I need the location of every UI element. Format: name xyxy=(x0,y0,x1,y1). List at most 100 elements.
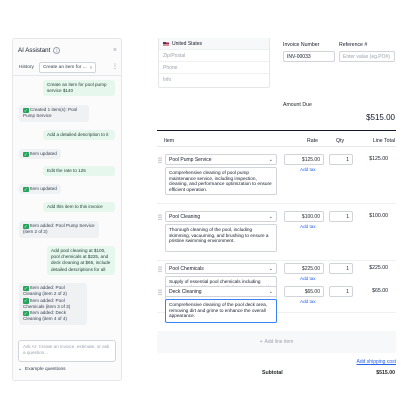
address-fields: United States Zip/Postal Phone Info xyxy=(158,38,270,88)
item-description-input[interactable]: Thorough cleaning of the pool, including… xyxy=(165,224,277,252)
item-name: Pool Pump Service xyxy=(169,157,212,164)
zip-placeholder: Zip/Postal xyxy=(163,52,186,59)
add-tax-link[interactable]: Add tax xyxy=(300,224,316,229)
item-name: Deck Cleaning xyxy=(169,289,202,296)
line-item-row: Pool Cleaning ⌄ Thorough cleaning of the… xyxy=(157,211,396,261)
ai-assistant-panel: AI Assistant i × History Create an item … xyxy=(12,38,122,381)
chevron-down-icon: ⌄ xyxy=(268,214,273,220)
rate-input[interactable]: $100.00 xyxy=(284,211,324,222)
amount-due-value: $515.00 xyxy=(366,113,395,122)
add-tax-link[interactable]: Add tax xyxy=(300,276,316,281)
invoice-editor: United States Zip/Postal Phone Info Invo… xyxy=(150,30,403,385)
message-text: Create an item for pool pump service $14… xyxy=(47,82,107,94)
message-text: Item added: Pool Chemicals (item 3 of 3) xyxy=(23,297,71,309)
ai-tab-bar: History Create an item for ... × ⋮ xyxy=(16,61,118,73)
info-icon[interactable]: i xyxy=(53,46,61,54)
add-line-item-button[interactable]: + Add line item xyxy=(157,331,396,353)
us-flag-icon xyxy=(163,41,169,46)
item-select[interactable]: Deck Cleaning ⌄ xyxy=(165,286,277,297)
tab-current-chat[interactable]: Create an item for ... × xyxy=(38,61,97,73)
ai-assistant-header: AI Assistant i × xyxy=(18,45,117,55)
chat-message-system: ✓ Item updated xyxy=(19,149,61,160)
check-icon: ✓ xyxy=(23,186,29,193)
chat-message-system: ✓ Item added: Pool Cleaning (item 2 of 2)… xyxy=(19,283,87,325)
drag-handle-icon[interactable] xyxy=(158,289,162,296)
chat-message-user: Edit the rate to 125 xyxy=(43,166,115,177)
country-select[interactable]: United States xyxy=(159,38,269,50)
message-text: Item updated xyxy=(30,186,57,191)
line-total: $65.00 xyxy=(372,288,388,294)
add-tax-link[interactable]: Add tax xyxy=(300,167,316,172)
ai-assistant-title: AI Assistant xyxy=(18,46,51,54)
info-field[interactable]: Info xyxy=(159,74,269,86)
divider xyxy=(157,260,396,261)
zip-field[interactable]: Zip/Postal xyxy=(159,50,269,62)
item-description-input[interactable]: Comprehensive cleaning of pool pump main… xyxy=(165,167,277,195)
rate-input[interactable]: $225.00 xyxy=(284,263,324,274)
ai-chat-input-placeholder: Ask AI: Create an invoice, estimate, or … xyxy=(23,344,110,355)
status-line: ✓ Item added: Pool Cleaning (item 2 of 2) xyxy=(23,285,83,298)
example-questions-toggle[interactable]: ⌄ Example questions xyxy=(18,367,66,372)
rate-input[interactable]: $125.00 xyxy=(284,154,324,165)
tab-current-chat-label: Create an item for ... xyxy=(42,64,87,70)
item-select[interactable]: Pool Chemicals ⌄ xyxy=(165,263,277,274)
example-questions-label: Example questions xyxy=(25,367,66,372)
rate-input[interactable]: $65.00 xyxy=(284,286,324,297)
phone-field[interactable]: Phone xyxy=(159,62,269,74)
line-total: $100.00 xyxy=(369,213,388,219)
message-text: Add pool cleaning at $100, pool chemical… xyxy=(51,248,111,272)
divider xyxy=(157,203,396,204)
line-item-row: Deck Cleaning ⌄ Comprehensive cleaning o… xyxy=(157,286,396,331)
column-header-line-total: Line Total xyxy=(372,138,395,144)
item-description-input[interactable]: Comprehensive cleaning of the pool deck … xyxy=(165,299,277,323)
qty-input[interactable]: 1 xyxy=(329,211,353,222)
item-name: Pool Cleaning xyxy=(169,214,201,221)
message-text: Add a detailed description to it xyxy=(47,132,109,137)
add-tax-link[interactable]: Add tax xyxy=(300,299,316,304)
line-item-row: Pool Pump Service ⌄ Comprehensive cleani… xyxy=(157,154,396,204)
drag-handle-icon[interactable] xyxy=(158,157,162,164)
chevron-down-icon: ⌄ xyxy=(268,289,273,295)
close-icon[interactable]: × xyxy=(113,47,117,54)
item-select[interactable]: Pool Pump Service ⌄ xyxy=(165,154,277,165)
chat-message-user: Add this item to this invoice xyxy=(43,202,115,213)
more-menu-icon[interactable]: ⋮ xyxy=(112,64,118,70)
add-line-item-label: Add line item xyxy=(264,339,294,345)
chat-message-user: Add a detailed description to it xyxy=(43,130,115,141)
message-text: Edit the rate to 125 xyxy=(47,168,86,173)
invoice-number-label: Invoice Number xyxy=(283,42,320,48)
phone-placeholder: Phone xyxy=(163,64,178,71)
item-name: Pool Chemicals xyxy=(169,266,204,273)
status-line: ✓ Item added: Pool Chemicals (item 3 of 3… xyxy=(23,298,83,311)
message-text: Item added: Deck Cleaning (item 4 of 4) xyxy=(23,310,67,322)
chat-message-system: ✓ Item updated xyxy=(19,184,61,195)
divider xyxy=(157,130,396,131)
column-header-qty: Qty xyxy=(336,138,345,144)
check-icon: ✓ xyxy=(23,151,29,158)
qty-input[interactable]: 1 xyxy=(329,286,353,297)
chevron-down-icon: ⌄ xyxy=(18,367,23,372)
invoice-number-input[interactable]: INV-00033 xyxy=(283,51,335,62)
column-header-item: Item xyxy=(164,138,175,144)
subtotal-value: $515.00 xyxy=(376,370,395,376)
message-text: Item added: Pool Cleaning (item 2 of 2) xyxy=(23,285,67,297)
chat-message-user: Add pool cleaning at $100, pool chemical… xyxy=(47,246,115,275)
message-text: Created 1 item(s): Pool Pump Service xyxy=(23,107,78,119)
country-value: United States xyxy=(172,40,203,47)
tab-close-icon[interactable]: × xyxy=(90,65,93,70)
amount-due-label: Amount Due xyxy=(283,102,312,108)
drag-handle-icon[interactable] xyxy=(158,266,162,273)
qty-input[interactable]: 1 xyxy=(329,154,353,165)
tab-history[interactable]: History xyxy=(16,63,37,72)
drag-handle-icon[interactable] xyxy=(158,214,162,221)
ai-chat-input[interactable]: Ask AI: Create an invoice, estimate, or … xyxy=(18,340,116,362)
qty-input[interactable]: 1 xyxy=(329,263,353,274)
message-text: Add this item to this invoice xyxy=(47,204,103,209)
message-text: Item added: Pool Pump Service (item 2 of… xyxy=(23,223,95,235)
line-total: $125.00 xyxy=(369,156,388,162)
reference-input[interactable]: Enter value (eg.PO#) xyxy=(339,51,395,62)
info-placeholder: Info xyxy=(163,77,172,83)
item-select[interactable]: Pool Cleaning ⌄ xyxy=(165,211,277,222)
add-shipping-link[interactable]: Add shipping cost xyxy=(357,359,396,365)
chat-message-system: ✓ Item added: Pool Pump Service (item 2 o… xyxy=(19,221,99,238)
